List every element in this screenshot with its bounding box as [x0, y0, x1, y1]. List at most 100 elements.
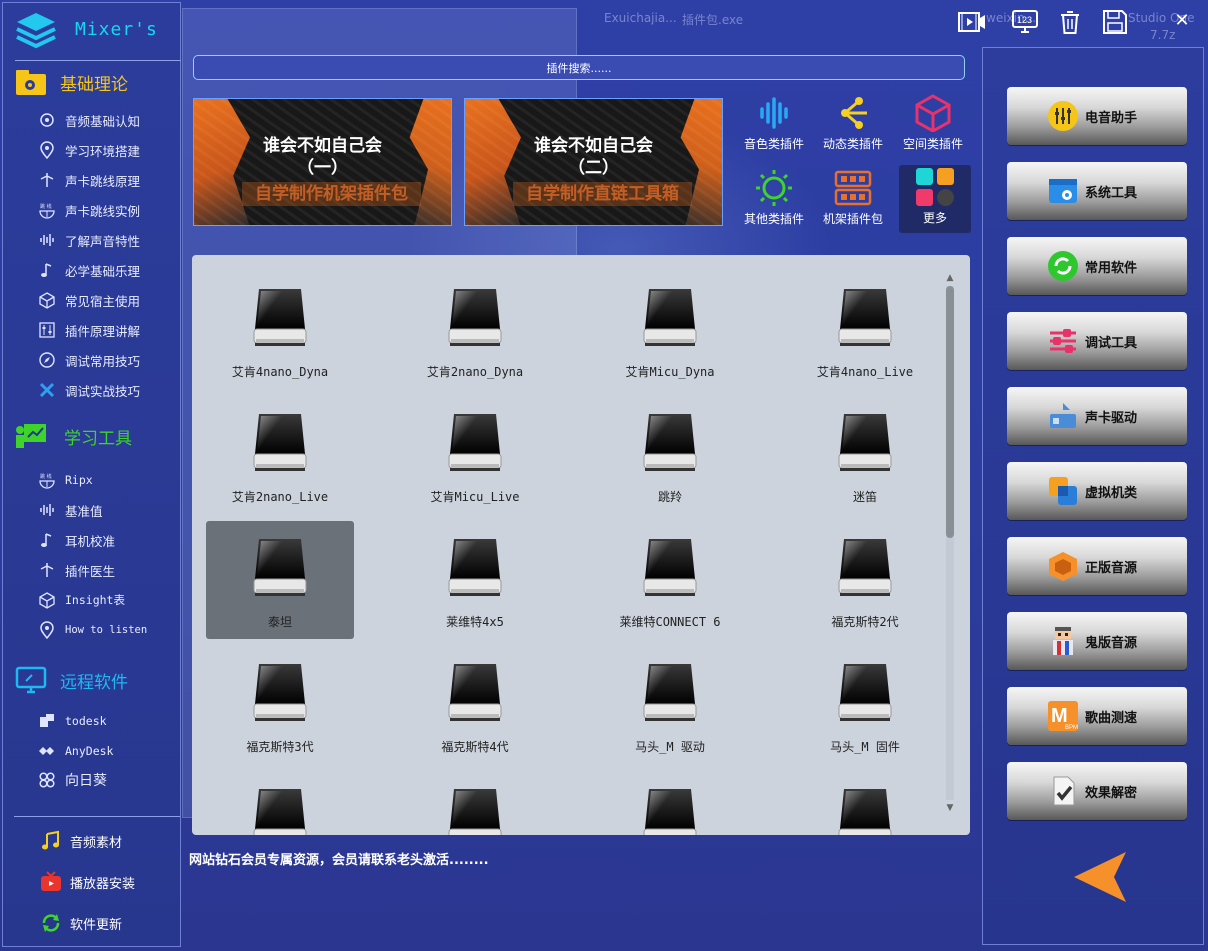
right-button-label: 效果解密: [1085, 785, 1138, 801]
banner-direct-link-tutorial[interactable]: 谁会不如自己会 （二） 自学制作直链工具箱: [464, 98, 723, 226]
pin-icon: [38, 141, 56, 159]
plugin-tile[interactable]: 福克斯特4代: [401, 646, 549, 764]
vertical-scrollbar[interactable]: ▲ ▼: [944, 272, 956, 814]
right-button-label: 虚拟机类: [1085, 485, 1138, 501]
plugin-tile[interactable]: 跳羚: [596, 396, 744, 514]
category-rack-plugins[interactable]: 机架插件包: [817, 168, 889, 234]
sidebar-item-sound-traits[interactable]: 了解声音特性: [38, 229, 140, 251]
plugin-tile[interactable]: [791, 771, 939, 835]
section-remote-software[interactable]: 远程软件: [14, 664, 128, 696]
sidebar-item-env-setup[interactable]: 学习环境搭建: [38, 139, 140, 161]
plugin-tile[interactable]: 艾肯Micu_Dyna: [596, 271, 744, 389]
sidebar-item-music-theory[interactable]: 必学基础乐理: [38, 259, 140, 281]
sidebar-item-todesk[interactable]: todesk: [38, 710, 107, 732]
right-button-sound-card[interactable]: 声卡驱动: [1007, 387, 1187, 445]
sidebar-item-jumper-example[interactable]: 跳 线声卡跳线实例: [38, 199, 140, 221]
sidebar-item-plugin-principle[interactable]: 插件原理讲解: [38, 319, 140, 341]
plugin-tile[interactable]: 艾肯4nano_Dyna: [206, 271, 354, 389]
scroll-up-icon[interactable]: ▲: [944, 272, 956, 284]
plugin-label: 莱维特4x5: [446, 615, 504, 629]
right-button-document-check[interactable]: 效果解密: [1007, 762, 1187, 820]
plugin-tile[interactable]: [206, 771, 354, 835]
right-button-orange-box[interactable]: 正版音源: [1007, 537, 1187, 595]
right-button-label: 歌曲测速: [1085, 710, 1138, 726]
player-install-button[interactable]: 播放器安装: [40, 870, 135, 894]
plugin-tile[interactable]: [596, 771, 744, 835]
right-button-eq-sliders[interactable]: 电音助手: [1007, 87, 1187, 145]
right-button-window-gear[interactable]: 系统工具: [1007, 162, 1187, 220]
plugin-tile[interactable]: 莱维特CONNECT 6: [596, 521, 744, 639]
audio-materials-button[interactable]: 音频素材: [40, 829, 122, 853]
plugin-tile[interactable]: 福克斯特3代: [206, 646, 354, 764]
plugin-tile[interactable]: 艾肯4nano_Live: [791, 271, 939, 389]
scroll-thumb[interactable]: [946, 286, 954, 538]
plugin-tile[interactable]: 迷笛: [791, 396, 939, 514]
sidebar-item-jumper-principle[interactable]: 声卡跳线原理: [38, 169, 140, 191]
right-button-character[interactable]: 鬼版音源: [1007, 612, 1187, 670]
divider: [14, 816, 180, 817]
sidebar-item-host-usage[interactable]: 常见宿主使用: [38, 289, 140, 311]
plugin-search-input[interactable]: 插件搜索......: [193, 55, 965, 80]
layers-logo-icon: [13, 9, 59, 53]
nodes-icon: [833, 93, 873, 133]
cube-icon: [913, 93, 953, 133]
drive-icon: [448, 646, 502, 730]
video-icon[interactable]: [958, 8, 986, 36]
save-icon[interactable]: [1101, 8, 1129, 36]
category-other-plugins[interactable]: 其他类插件: [738, 168, 810, 234]
plugin-tile[interactable]: 艾肯2nano_Live: [206, 396, 354, 514]
plugin-tile[interactable]: 艾肯Micu_Live: [401, 396, 549, 514]
plugin-label: 泰坦: [267, 615, 292, 629]
plugin-tile[interactable]: 马头_M 固件: [791, 646, 939, 764]
category-more[interactable]: 更多: [899, 165, 971, 233]
plugin-tile[interactable]: 艾肯2nano_Dyna: [401, 271, 549, 389]
123-keypad-icon[interactable]: 123: [1011, 8, 1039, 36]
monitor-icon: [14, 665, 48, 695]
sidebar-item-how-to-listen[interactable]: How to listen: [38, 619, 147, 641]
plugin-tile[interactable]: 莱维特4x5: [401, 521, 549, 639]
sidebar-item-debug-tips[interactable]: 调试常用技巧: [38, 349, 140, 371]
svg-text:M: M: [1051, 705, 1068, 727]
sidebar-item-debug-practice[interactable]: 调试实战技巧: [38, 379, 140, 401]
folder-icon: [14, 67, 48, 97]
svg-text:跳 线: 跳 线: [40, 473, 52, 480]
background-file-label: 插件包.exe: [682, 13, 744, 27]
software-update-button[interactable]: 软件更新: [40, 911, 122, 935]
right-button-green-circle[interactable]: 常用软件: [1007, 237, 1187, 295]
sidebar-item-ripx[interactable]: 跳 线 Ripx: [38, 469, 93, 491]
category-dynamics-plugins[interactable]: 动态类插件: [817, 93, 889, 159]
sidebar-item-headphone-calibration[interactable]: 耳机校准: [38, 529, 115, 551]
plugin-tile[interactable]: 泰坦: [206, 521, 354, 639]
sidebar-item-insight[interactable]: Insight表: [38, 589, 125, 611]
category-timbre-plugins[interactable]: 音色类插件: [738, 93, 810, 159]
sidebar-item-audio-basics[interactable]: 音频基础认知: [38, 109, 140, 131]
section-learning-tools[interactable]: 学习工具: [14, 420, 132, 452]
cube-icon: [38, 591, 56, 609]
right-button-pink-sliders[interactable]: 调试工具: [1007, 312, 1187, 370]
category-space-plugins[interactable]: 空间类插件: [897, 93, 969, 159]
right-button-bpm[interactable]: M BPM 歌曲测速: [1007, 687, 1187, 745]
plugin-tile[interactable]: 马头_M 驱动: [596, 646, 744, 764]
sidebar-item-reference[interactable]: 基准值: [38, 499, 103, 521]
rack-icon: [833, 168, 873, 208]
back-arrow-icon[interactable]: [1072, 850, 1128, 904]
right-button-label: 常用软件: [1085, 260, 1138, 276]
green-circle-icon: [1047, 250, 1079, 282]
sound-card-icon: [1047, 400, 1079, 432]
banner-plugin-pack-tutorial[interactable]: 谁会不如自己会 （一） 自学制作机架插件包: [193, 98, 452, 226]
sidebar-item-anydesk[interactable]: AnyDesk: [38, 740, 113, 762]
jumper-icon: 跳 线: [38, 201, 56, 219]
scroll-down-icon[interactable]: ▼: [944, 802, 956, 814]
sidebar-item-sunflower[interactable]: 向日葵: [38, 769, 107, 791]
plugin-label: 艾肯4nano_Dyna: [231, 365, 329, 379]
right-button-virtual-machine[interactable]: 虚拟机类: [1007, 462, 1187, 520]
sidebar-item-plugin-doctor[interactable]: 插件医生: [38, 559, 115, 581]
plugin-tile[interactable]: 福克斯特2代: [791, 521, 939, 639]
trash-icon[interactable]: [1056, 8, 1084, 36]
plugin-tile[interactable]: [401, 771, 549, 835]
drive-icon: [448, 271, 502, 355]
banner-caption: 自学制作机架插件包: [242, 182, 421, 206]
section-basic-theory[interactable]: 基础理论: [14, 66, 128, 98]
close-icon[interactable]: ✕: [1170, 8, 1194, 32]
plugin-label: 莱维特CONNECT 6: [619, 615, 721, 629]
